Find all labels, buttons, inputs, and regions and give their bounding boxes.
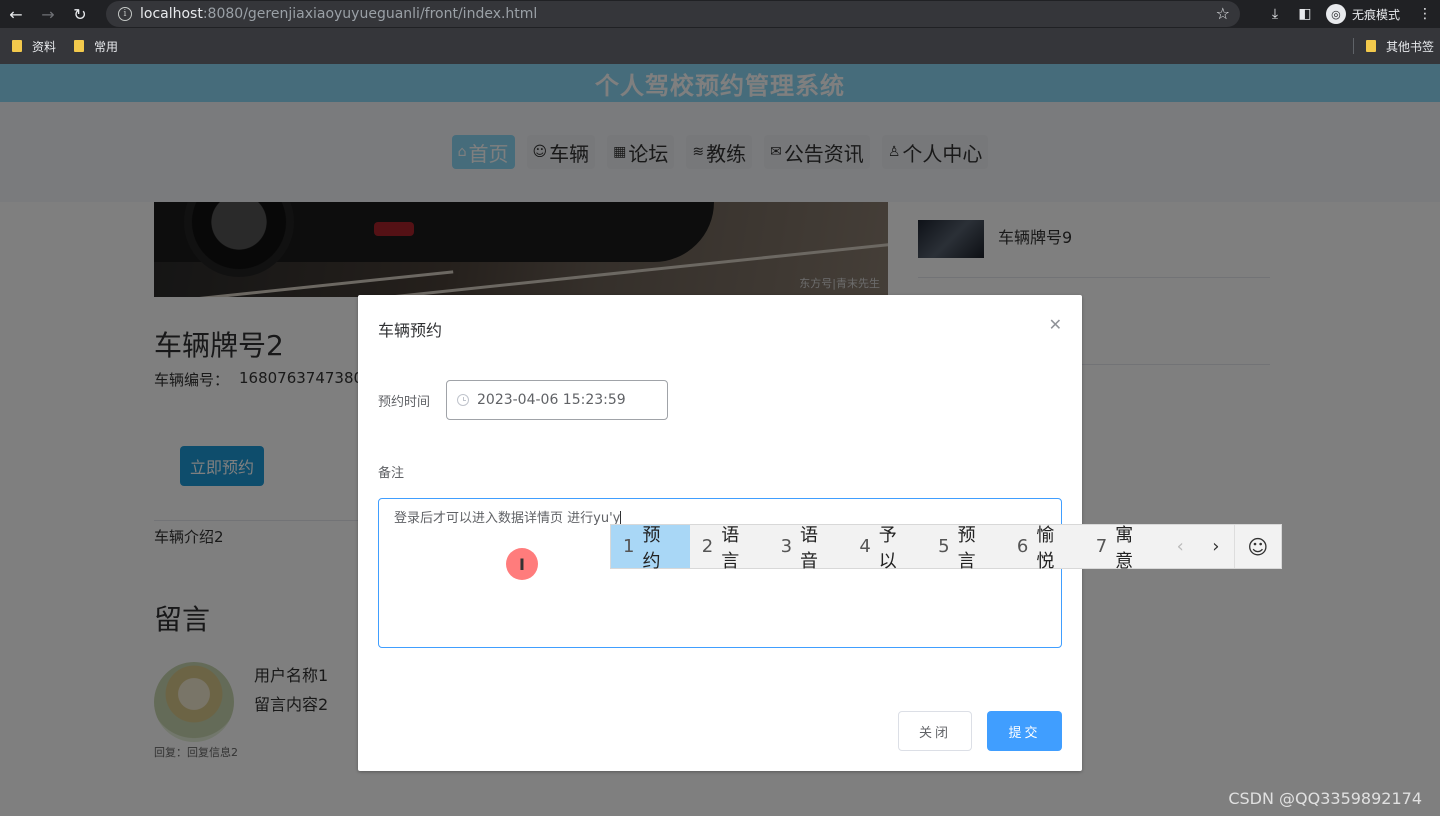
incognito-label: 无痕模式 xyxy=(1351,7,1400,22)
booking-time-value: 2023-04-06 15:23:59 xyxy=(477,392,626,408)
folder-icon xyxy=(74,40,85,52)
incognito-indicator[interactable]: ◎ 无痕模式 xyxy=(1320,4,1410,24)
forward-icon[interactable]: → xyxy=(32,0,64,28)
dialog-title: 车辆预约 xyxy=(378,321,443,340)
menu-icon[interactable]: ⋮ xyxy=(1410,0,1440,28)
ime-candidate[interactable]: 7 寓意 xyxy=(1084,525,1163,572)
folder-icon xyxy=(1365,40,1376,52)
folder-icon xyxy=(12,40,22,52)
address-bar[interactable]: i localhost:8080/gerenjiaxiaoyuyueguanli… xyxy=(106,1,1240,27)
remark-text: 登录后才可以进入数据详情页 进行yu'y xyxy=(394,511,621,526)
booking-time-picker[interactable]: 2023-04-06 15:23:59 xyxy=(446,380,668,420)
ime-candidate[interactable]: 1 预约 xyxy=(611,525,690,572)
csdn-watermark: CSDN @QQ3359892174 xyxy=(1228,789,1422,808)
url-path: :8080/gerenjiaxiaoyuyueguanli/front/inde… xyxy=(202,6,538,22)
remark-label: 备注 xyxy=(378,466,405,481)
side-panel-icon[interactable]: ◧ xyxy=(1290,0,1320,28)
ime-candidate[interactable]: 3 语音 xyxy=(769,525,848,572)
site-info-icon[interactable]: i xyxy=(118,7,132,21)
ime-candidate[interactable]: 6 愉悦 xyxy=(1005,525,1084,572)
browser-toolbar: ← → ↻ i localhost:8080/gerenjiaxiaoyuyue… xyxy=(0,0,1440,28)
ime-prev-icon[interactable]: ‹ xyxy=(1162,525,1198,568)
ime-candidate[interactable]: 4 予以 xyxy=(847,525,926,572)
bookmarks-bar: 资料 常用 其他书签 xyxy=(0,28,1440,64)
clock-icon xyxy=(457,394,469,406)
reload-icon[interactable]: ↻ xyxy=(64,0,96,28)
url-host: localhost xyxy=(140,6,203,22)
close-button[interactable]: 关闭 xyxy=(898,711,972,751)
ime-candidate-bar: 1 预约 2 语言 3 语音 4 予以 5 预言 6 愉悦 7 寓意 ‹ › ☺ xyxy=(610,524,1282,572)
back-icon[interactable]: ← xyxy=(0,0,32,28)
emoji-icon[interactable]: ☺ xyxy=(1233,525,1281,568)
ime-next-icon[interactable]: › xyxy=(1198,525,1234,568)
booking-time-label: 预约时间 xyxy=(378,395,431,410)
bookmark-folder[interactable]: 常用 xyxy=(74,38,118,55)
submit-button[interactable]: 提交 xyxy=(987,711,1062,751)
bookmark-folder[interactable]: 资料 xyxy=(12,38,56,55)
bookmark-star-icon[interactable]: ☆ xyxy=(1216,4,1230,23)
ime-candidate[interactable]: 5 预言 xyxy=(926,525,1005,572)
ime-candidate[interactable]: 2 语言 xyxy=(690,525,769,572)
other-bookmarks[interactable]: 其他书签 xyxy=(1352,28,1434,64)
download-icon[interactable]: ⤓ xyxy=(1260,0,1290,28)
close-icon[interactable]: ✕ xyxy=(1049,315,1062,334)
text-cursor-icon: I xyxy=(506,548,538,580)
incognito-icon: ◎ xyxy=(1325,4,1346,24)
